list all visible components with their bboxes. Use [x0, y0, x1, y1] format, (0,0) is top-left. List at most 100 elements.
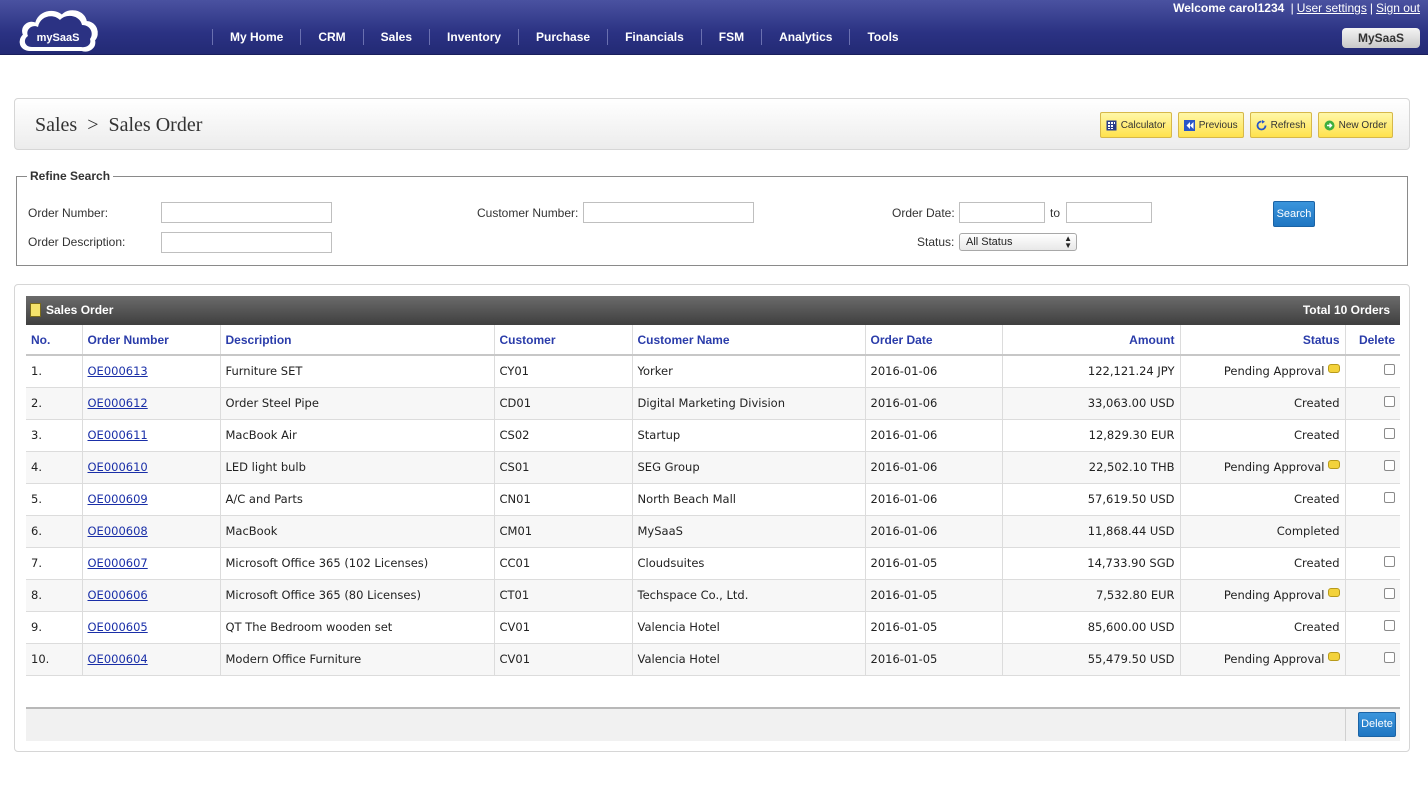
- mysaas-logo[interactable]: mySaaS: [16, 2, 100, 54]
- comment-icon[interactable]: [1327, 588, 1340, 597]
- order-description-cell: MacBook: [220, 515, 495, 548]
- toolbar: Calculator Previous Refresh New Order: [1099, 112, 1393, 138]
- delete-checkbox[interactable]: [1384, 652, 1395, 663]
- table-row: 10. OE000604 Modern Office Furniture CV01 Va…: [26, 643, 1400, 676]
- order-number-link[interactable]: OE000604: [88, 652, 148, 666]
- app-switcher-button[interactable]: MySaaS: [1342, 28, 1420, 48]
- col-header-no[interactable]: No.: [26, 325, 83, 356]
- order-description-cell: LED light bulb: [220, 451, 495, 484]
- order-number-link[interactable]: OE000607: [88, 556, 148, 570]
- order-number-link[interactable]: OE000605: [88, 620, 148, 634]
- order-number-link[interactable]: OE000611: [88, 428, 148, 442]
- delete-button[interactable]: Delete: [1358, 712, 1396, 737]
- delete-checkbox[interactable]: [1384, 428, 1395, 439]
- row-number-cell: 5.: [26, 483, 83, 516]
- col-header-amount[interactable]: Amount: [1002, 325, 1181, 356]
- welcome-area: Welcome carol1234 | User settings | Sign ou…: [1173, 1, 1420, 15]
- col-header-description[interactable]: Description: [220, 325, 495, 356]
- comment-icon[interactable]: [1327, 364, 1340, 374]
- nav-my-home[interactable]: My Home: [212, 29, 300, 45]
- customer-name-cell: Techspace Co., Ltd.: [632, 579, 866, 612]
- order-status-cell: Created: [1180, 611, 1346, 644]
- breadcrumb-sales[interactable]: Sales: [35, 114, 77, 136]
- nav-inventory[interactable]: Inventory: [429, 29, 518, 45]
- col-header-order-date[interactable]: Order Date: [865, 325, 1003, 356]
- customer-name: Cloudsuites: [637, 556, 705, 570]
- order-date: 2016-01-05: [870, 620, 938, 634]
- breadcrumb-current: Sales Order: [108, 114, 203, 136]
- delete-cell-cell: [1345, 419, 1400, 452]
- order-description-input[interactable]: [161, 232, 332, 253]
- previous-label: Previous: [1198, 119, 1238, 131]
- refresh-button[interactable]: Refresh: [1249, 112, 1312, 138]
- nav-tools[interactable]: Tools: [849, 29, 915, 45]
- delete-checkbox[interactable]: [1384, 620, 1395, 631]
- sign-out-link[interactable]: Sign out: [1376, 1, 1420, 15]
- date-to-label: to: [1050, 206, 1061, 220]
- nav-sales[interactable]: Sales: [362, 29, 429, 45]
- table-row: 6. OE000608 MacBook CM01 MySaaS 2016-01-06 11,…: [26, 515, 1400, 548]
- calculator-icon: [1106, 120, 1117, 130]
- table-row: 9. OE000605 QT The Bedroom wooden set CV01 V…: [26, 611, 1400, 644]
- comment-icon[interactable]: [1327, 460, 1340, 469]
- order-number-link[interactable]: OE000613: [88, 364, 148, 378]
- order-date-from-input[interactable]: [959, 202, 1045, 223]
- order-date-cell: 2016-01-06: [865, 483, 1003, 516]
- order-number-link-cell: OE000609: [82, 483, 221, 516]
- nav-analytics[interactable]: Analytics: [761, 29, 849, 45]
- delete-checkbox[interactable]: [1384, 364, 1395, 376]
- order-status: Pending Approval: [1223, 588, 1325, 602]
- order-number-link-cell: OE000612: [82, 387, 221, 420]
- customer-number-input[interactable]: [583, 202, 754, 223]
- order-amount: 85,600.00 USD: [1087, 620, 1175, 634]
- calculator-button[interactable]: Calculator: [1099, 112, 1172, 138]
- order-status-cell: Pending Approval: [1180, 579, 1346, 612]
- customer-code: CD01: [499, 396, 532, 410]
- order-number-input[interactable]: [161, 202, 332, 223]
- previous-button[interactable]: Previous: [1177, 112, 1244, 138]
- delete-cell-cell: [1345, 643, 1400, 676]
- nav-purchase[interactable]: Purchase: [518, 29, 607, 45]
- status-select[interactable]: All Status ▲ ▼: [959, 233, 1077, 251]
- col-header-status[interactable]: Status: [1180, 325, 1346, 356]
- delete-checkbox[interactable]: [1384, 556, 1395, 567]
- order-amount-cell: 12,829.30 EUR: [1002, 419, 1181, 452]
- col-header-customer-name[interactable]: Customer Name: [632, 325, 866, 356]
- order-description: Furniture SET: [225, 364, 303, 379]
- order-number-link[interactable]: OE000610: [88, 460, 148, 474]
- delete-checkbox[interactable]: [1384, 492, 1395, 503]
- order-number-link[interactable]: OE000612: [88, 396, 148, 410]
- nav-crm[interactable]: CRM: [300, 29, 362, 45]
- delete-checkbox[interactable]: [1384, 460, 1395, 471]
- delete-cell-cell: [1345, 387, 1400, 420]
- order-date-to-input[interactable]: [1066, 202, 1152, 223]
- order-date: 2016-01-06: [870, 396, 938, 410]
- order-number-link[interactable]: OE000606: [88, 588, 148, 602]
- document-icon: [30, 303, 41, 317]
- col-header-order-number[interactable]: Order Number: [82, 325, 221, 356]
- total-orders: Total 10 Orders: [1302, 303, 1390, 317]
- nav-financials[interactable]: Financials: [607, 29, 701, 45]
- order-status: Pending Approval: [1223, 364, 1325, 379]
- new-order-button[interactable]: New Order: [1317, 112, 1393, 138]
- customer-code-cell: CM01: [494, 515, 633, 548]
- col-header-customer[interactable]: Customer: [494, 325, 633, 356]
- refresh-icon: [1256, 119, 1267, 130]
- order-date-cell: 2016-01-06: [865, 419, 1003, 452]
- table-row: 7. OE000607 Microsoft Office 365 (102 Lice…: [26, 547, 1400, 580]
- order-number-link-cell: OE000604: [82, 643, 221, 676]
- user-settings-link[interactable]: User settings: [1297, 1, 1367, 15]
- order-number-link[interactable]: OE000608: [88, 524, 148, 538]
- order-status: Pending Approval: [1223, 460, 1325, 474]
- nav-fsm[interactable]: FSM: [700, 29, 761, 45]
- row-number-cell: 1.: [26, 355, 83, 388]
- order-number-link[interactable]: OE000609: [88, 492, 148, 506]
- search-button[interactable]: Search: [1273, 201, 1315, 227]
- delete-checkbox[interactable]: [1384, 588, 1395, 599]
- delete-cell-cell: [1345, 451, 1400, 484]
- welcome-prefix: Welcome: [1173, 1, 1226, 15]
- order-status: Created: [1293, 492, 1340, 506]
- calculator-label: Calculator: [1120, 119, 1166, 131]
- comment-icon[interactable]: [1327, 652, 1340, 661]
- delete-checkbox[interactable]: [1384, 396, 1395, 407]
